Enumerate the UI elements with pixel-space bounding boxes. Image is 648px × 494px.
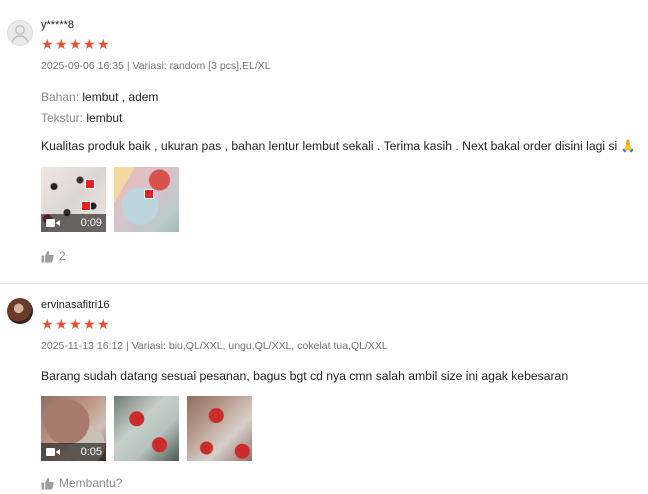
star-icon: ★ <box>55 36 68 52</box>
review-video-thumbnail[interactable]: 0:09 <box>41 167 106 232</box>
reviewer-username: ervinasafitri16 <box>41 299 110 311</box>
review-date: 2025-11-13 16:12 <box>41 340 124 352</box>
product-tag-decoration <box>144 189 154 199</box>
star-icon: ★ <box>97 316 110 332</box>
review-media: 0:05 <box>41 396 252 461</box>
like-button[interactable]: 2 <box>41 249 66 263</box>
review-text-content: Barang sudah datang sesuai pesanan, bagu… <box>41 369 569 383</box>
review-media: 0:09 <box>41 167 179 232</box>
meta-separator: | <box>126 60 130 72</box>
review-image-thumbnail[interactable] <box>187 396 252 461</box>
video-duration: 0:09 <box>80 217 102 229</box>
like-count: 2 <box>59 249 66 263</box>
star-icon: ★ <box>55 316 68 332</box>
star-icon: ★ <box>41 316 54 332</box>
meta-separator: | <box>126 340 129 352</box>
review-meta: 2025-09-06 16:35 | Variasi: random [3 pc… <box>41 60 271 72</box>
product-tag-decoration <box>81 201 91 211</box>
review-text-content: Kualitas produk baik , ukuran pas , baha… <box>41 139 618 153</box>
thumbs-up-icon <box>41 477 54 490</box>
rating-stars: ★ ★ ★ ★ ★ <box>41 316 110 332</box>
review-text: Kualitas produk baik , ukuran pas , baha… <box>41 139 636 153</box>
star-icon: ★ <box>41 36 54 52</box>
review-item-2: ervinasafitri16 ★ ★ ★ ★ ★ 2025-11-13 16:… <box>0 284 648 494</box>
avatar[interactable] <box>7 298 33 324</box>
avatar[interactable] <box>7 20 33 46</box>
star-icon: ★ <box>97 36 110 52</box>
star-icon: ★ <box>69 36 82 52</box>
helpful-button[interactable]: Membantu? <box>41 476 122 490</box>
star-icon: ★ <box>69 316 82 332</box>
attribute-label: Tekstur: <box>41 111 84 125</box>
video-duration: 0:05 <box>80 446 102 458</box>
attribute-tekstur: Tekstur: lembut <box>41 111 122 125</box>
star-icon: ★ <box>83 36 96 52</box>
praying-hands-emoji-icon: 🙏 <box>620 139 636 153</box>
review-text: Barang sudah datang sesuai pesanan, bagu… <box>41 369 568 383</box>
video-camera-icon <box>46 219 60 227</box>
review-variation: Variasi: biu,QL/XXL, ungu,QL/XXL, cokela… <box>131 340 388 352</box>
helpful-label: Membantu? <box>59 476 123 490</box>
product-tag-decoration <box>85 179 95 189</box>
user-silhouette-icon <box>11 25 29 43</box>
review-item-1: y*****8 ★ ★ ★ ★ ★ 2025-09-06 16:35 | Var… <box>0 0 648 284</box>
review-video-thumbnail[interactable]: 0:05 <box>41 396 106 461</box>
review-variation: Variasi: random [3 pcs],EL/XL <box>132 60 271 72</box>
thumbs-up-icon <box>41 250 54 263</box>
attribute-value: lembut <box>86 111 123 125</box>
review-date: 2025-09-06 16:35 <box>41 60 124 72</box>
attribute-label: Bahan: <box>41 90 80 104</box>
reviewer-username: y*****8 <box>41 19 75 31</box>
review-image-thumbnail[interactable] <box>114 396 179 461</box>
rating-stars: ★ ★ ★ ★ ★ <box>41 36 110 52</box>
review-image-thumbnail[interactable] <box>114 167 179 232</box>
star-icon: ★ <box>83 316 96 332</box>
review-meta: 2025-11-13 16:12 | Variasi: biu,QL/XXL, … <box>41 340 388 352</box>
attribute-value: lembut , adem <box>82 90 159 104</box>
attribute-bahan: Bahan: lembut , adem <box>41 90 158 104</box>
video-camera-icon <box>46 448 60 456</box>
